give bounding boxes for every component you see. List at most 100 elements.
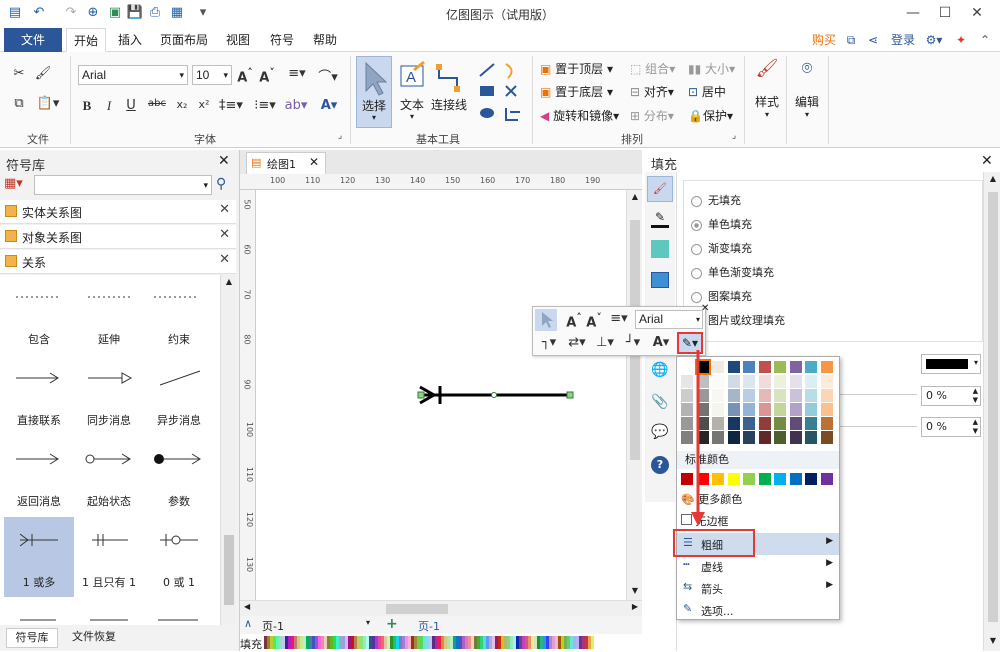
close-icon[interactable]: ✕ <box>309 155 319 169</box>
search-icon[interactable]: ⚲ <box>216 176 226 192</box>
group-button[interactable]: ⬚ 组合▾ <box>630 60 675 77</box>
grow-font-icon[interactable]: A˄ <box>236 66 254 85</box>
text-tool-button[interactable]: A 文本 ▾ <box>396 56 428 128</box>
transparency-input[interactable]: 0 % ▲ ▼ <box>921 386 981 406</box>
tab-file[interactable]: 文件 <box>4 28 62 52</box>
bullets-icon[interactable]: ⁝≡▾ <box>252 98 278 113</box>
shadow-tool-icon[interactable] <box>651 240 669 258</box>
chevron-up-icon[interactable]: ∧ <box>244 617 252 630</box>
shrink-font-icon[interactable]: A˅ <box>258 66 276 85</box>
protect-button[interactable]: 🔒保护▾ <box>688 107 733 124</box>
connector-shape[interactable] <box>256 190 626 600</box>
fill-tool-icon[interactable]: 🖌 <box>647 176 673 202</box>
color-swatch[interactable] <box>743 361 755 373</box>
send-back-button[interactable]: ▣ 置于底层 ▾ <box>540 83 613 100</box>
shrink-font-icon[interactable]: A˅ <box>585 311 603 330</box>
distribute-button[interactable]: ⊞ 分布▾ <box>630 107 674 124</box>
fill-panel-scrollbar[interactable]: ▲ ▼ <box>983 172 1000 651</box>
color-swatch[interactable] <box>789 417 802 430</box>
standard-color-swatch[interactable] <box>727 473 740 485</box>
tab-file-recovery[interactable]: 文件恢复 <box>66 628 122 648</box>
fill-option[interactable]: 单色填充 <box>691 216 752 232</box>
font-name-combo[interactable]: Arial ▾ <box>78 65 188 85</box>
pointer-icon[interactable] <box>535 309 557 331</box>
close-icon[interactable]: ✕ <box>218 153 230 169</box>
settings-gear-icon[interactable]: ⚙▾ <box>922 28 946 52</box>
library-item[interactable]: 对象关系图 ✕ <box>0 225 236 249</box>
color-swatch[interactable] <box>805 403 817 416</box>
plugin-icon[interactable]: ✦ <box>952 28 970 52</box>
paste-icon[interactable]: 📋▾ <box>34 96 62 111</box>
standard-color-swatch[interactable] <box>820 473 833 485</box>
color-swatch[interactable] <box>820 417 833 430</box>
symbol-label[interactable]: 约束 <box>144 331 214 347</box>
note-tool-icon[interactable]: 📎 <box>651 394 669 410</box>
canvas-hscrollbar[interactable]: ◀ ▶ <box>240 600 642 616</box>
symbol-label[interactable]: 延伸 <box>74 331 144 347</box>
subscript-icon[interactable]: x₂ <box>174 98 190 111</box>
symbol-label[interactable]: 返回消息 <box>4 493 74 509</box>
page-tab[interactable]: 页-1 <box>418 618 440 634</box>
symbol-label[interactable]: 参数 <box>144 493 214 509</box>
close-icon[interactable]: ✕ <box>219 252 230 267</box>
standard-color-swatch[interactable] <box>774 473 786 485</box>
color-swatch[interactable] <box>727 375 740 388</box>
library-search-input[interactable]: ▾ <box>34 175 212 195</box>
fill-option[interactable]: 图案填充 <box>691 288 752 304</box>
tab-insert[interactable]: 插入 <box>112 28 148 52</box>
collapse-ribbon-icon[interactable]: ⌃ <box>976 28 994 52</box>
fill-option[interactable]: 渐变填充 <box>691 240 752 256</box>
color-swatch[interactable] <box>758 431 771 444</box>
cut-icon[interactable]: ✂ <box>10 66 28 81</box>
tab-view[interactable]: 视图 <box>222 28 254 52</box>
corner-style-icon[interactable]: ┘▾ <box>621 335 645 350</box>
doc-tab[interactable]: ▤ 绘图1 ✕ <box>246 152 326 174</box>
symbol-label[interactable]: 1 或多 <box>4 574 74 590</box>
symbol-label[interactable]: 起始状态 <box>74 493 144 509</box>
palette-swatch[interactable] <box>591 636 594 649</box>
library-menu-icon[interactable]: ▦▾ <box>4 176 23 191</box>
color-swatch[interactable] <box>758 389 771 402</box>
color-swatch[interactable] <box>743 431 755 444</box>
color-swatch[interactable] <box>805 417 817 430</box>
close-icon[interactable]: ✕ <box>962 2 992 24</box>
color-swatch[interactable] <box>774 403 786 416</box>
line-spacing-icon[interactable]: ‡≡▾ <box>218 98 244 113</box>
fill-option[interactable]: 单色渐变填充 <box>691 264 774 280</box>
drawing-canvas[interactable] <box>256 190 626 600</box>
center-button[interactable]: ⊡ 居中 <box>688 83 726 100</box>
library-item[interactable]: 实体关系图 ✕ <box>0 200 236 224</box>
color-swatch[interactable] <box>820 389 833 402</box>
standard-color-swatch[interactable] <box>789 473 802 485</box>
close-icon[interactable]: ✕ <box>219 202 230 217</box>
options-item[interactable]: ✎ 选项... <box>677 599 839 621</box>
highlight-icon[interactable]: ab▾ <box>282 98 310 113</box>
close-icon[interactable]: ✕ <box>981 153 993 169</box>
color-swatch[interactable] <box>774 389 786 402</box>
brightness-input[interactable]: 0 % ▲ ▼ <box>921 417 981 437</box>
align-text-icon[interactable]: ≡▾ <box>284 66 310 81</box>
underline-icon[interactable]: U <box>124 98 138 113</box>
line-jump-icon[interactable]: ⊥▾ <box>593 335 617 350</box>
text-shape-icon[interactable]: ⌒▾ <box>314 66 342 85</box>
color-swatch[interactable] <box>758 403 771 416</box>
symbol-label[interactable]: 异步消息 <box>144 412 214 428</box>
help-icon[interactable]: ? <box>651 456 669 474</box>
dash-item[interactable]: ┅ 虚线 ▶ <box>677 555 839 577</box>
color-swatch[interactable] <box>727 403 740 416</box>
buy-link[interactable]: 购买 <box>808 28 840 52</box>
color-swatch[interactable] <box>727 431 740 444</box>
strikethrough-icon[interactable]: abc <box>148 98 166 109</box>
arrange-dialog-launcher-icon[interactable]: ⌟ <box>728 131 740 141</box>
tab-home[interactable]: 开始 <box>66 28 106 52</box>
color-swatch[interactable] <box>727 417 740 430</box>
comment-tool-icon[interactable]: 💬 <box>651 424 669 440</box>
color-swatch[interactable] <box>743 389 755 402</box>
color-swatch[interactable] <box>758 417 771 430</box>
color-swatch[interactable] <box>805 389 817 402</box>
grow-font-icon[interactable]: A˄ <box>565 311 583 330</box>
color-swatch[interactable] <box>789 403 802 416</box>
color-swatch[interactable] <box>727 389 740 402</box>
mini-font-combo[interactable]: Arial ▾ <box>635 310 703 329</box>
hyperlink-tool-icon[interactable]: 🌐 <box>651 362 669 378</box>
